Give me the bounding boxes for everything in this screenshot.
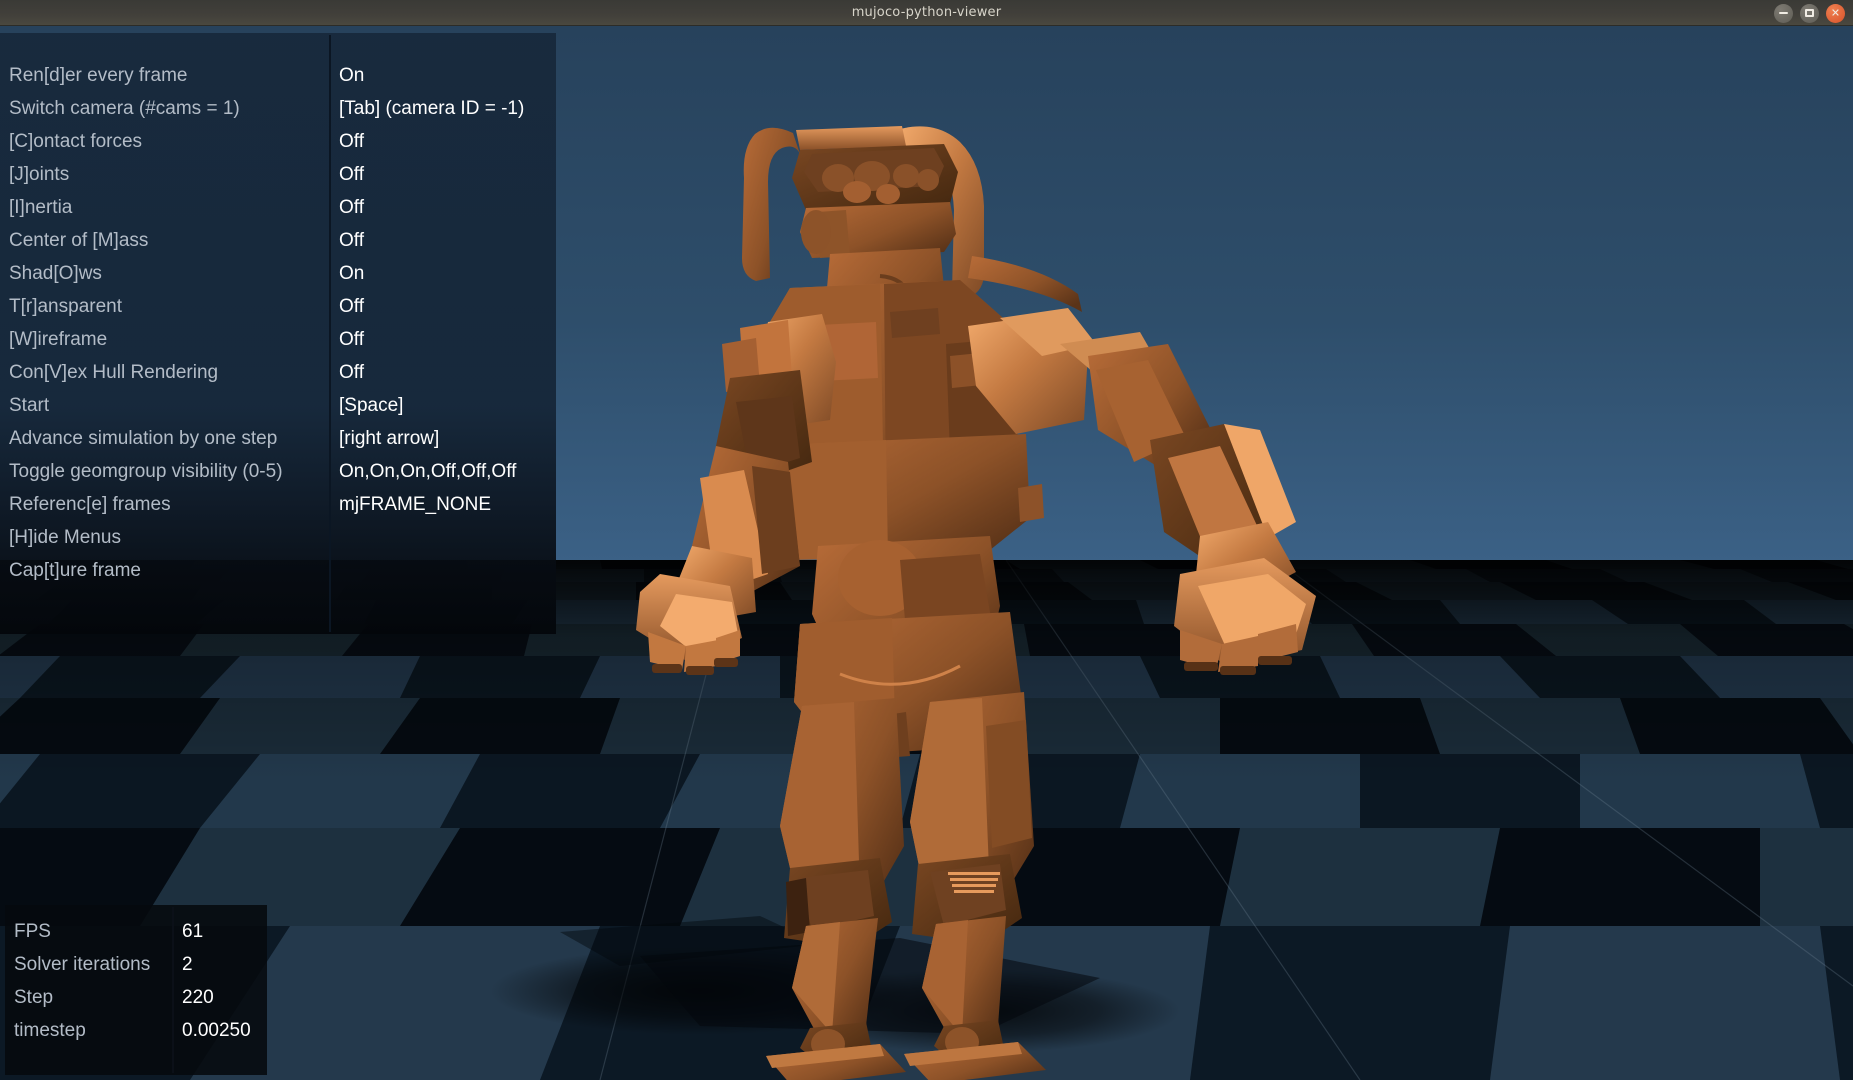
window-controls: ✕ [1774,0,1845,26]
menu-row[interactable]: Advance simulation by one step[right arr… [0,422,556,455]
menu-row-value: Off [330,131,556,153]
window-title-bar[interactable]: mujoco-python-viewer ✕ [0,0,1853,26]
mujoco-options-panel[interactable]: Ren[d]er every frameOnSwitch camera (#ca… [0,33,556,634]
menu-row-value: Off [330,164,556,186]
menu-row-label: Cap[t]ure frame [0,560,330,582]
menu-row[interactable]: [W]ireframeOff [0,323,556,356]
menu-row-value: Off [330,329,556,351]
menu-row[interactable]: Center of [M]assOff [0,224,556,257]
stats-row: Step220 [5,981,267,1014]
menu-row-value: On [330,263,556,285]
stats-row-label: timestep [5,1020,173,1042]
stats-row: timestep0.00250 [5,1014,267,1047]
menu-row-value: Off [330,296,556,318]
menu-row-value: On,On,On,Off,Off,Off [330,461,556,483]
stats-row: Solver iterations2 [5,948,267,981]
menu-row[interactable]: Shad[O]wsOn [0,257,556,290]
stats-row-label: FPS [5,921,173,943]
maximize-icon [1805,9,1814,17]
stats-row-label: Solver iterations [5,954,173,976]
menu-row-label: Ren[d]er every frame [0,65,330,87]
menu-row-label: Switch camera (#cams = 1) [0,98,330,120]
menu-row-list: Ren[d]er every frameOnSwitch camera (#ca… [0,59,556,587]
menu-row-label: [C]ontact forces [0,131,330,153]
menu-row[interactable]: Switch camera (#cams = 1)[Tab] (camera I… [0,92,556,125]
menu-row-label: Advance simulation by one step [0,428,330,450]
minimize-button[interactable] [1774,4,1793,23]
menu-row-label: [H]ide Menus [0,527,330,549]
menu-row-value: [Space] [330,395,556,417]
menu-row-label: Referenc[e] frames [0,494,330,516]
menu-row-label: [I]nertia [0,197,330,219]
menu-row-label: T[r]ansparent [0,296,330,318]
menu-row-value: [right arrow] [330,428,556,450]
menu-row[interactable]: Cap[t]ure frame [0,554,556,587]
close-button[interactable]: ✕ [1826,4,1845,23]
mujoco-viewer-window: mujoco-python-viewer ✕ [0,0,1853,1080]
menu-row[interactable]: Start[Space] [0,389,556,422]
window-title: mujoco-python-viewer [852,5,1002,20]
stats-row-list: FPS61Solver iterations2Step220timestep0.… [5,915,267,1047]
menu-row[interactable]: Ren[d]er every frameOn [0,59,556,92]
menu-row-label: Con[V]ex Hull Rendering [0,362,330,384]
stats-row-label: Step [5,987,173,1009]
stats-row-value: 220 [173,987,267,1009]
minimize-icon [1779,12,1788,14]
menu-row[interactable]: Referenc[e] framesmjFRAME_NONE [0,488,556,521]
menu-row-label: Shad[O]ws [0,263,330,285]
menu-row[interactable]: [C]ontact forcesOff [0,125,556,158]
stats-row-value: 61 [173,921,267,943]
menu-row[interactable]: [J]ointsOff [0,158,556,191]
menu-row[interactable]: Toggle geomgroup visibility (0-5)On,On,O… [0,455,556,488]
mujoco-stats-panel: FPS61Solver iterations2Step220timestep0.… [5,905,267,1075]
menu-row[interactable]: [H]ide Menus [0,521,556,554]
menu-row[interactable]: [I]nertiaOff [0,191,556,224]
menu-row[interactable]: T[r]ansparentOff [0,290,556,323]
menu-row-value: mjFRAME_NONE [330,494,556,516]
menu-row-value: Off [330,230,556,252]
menu-row-label: [W]ireframe [0,329,330,351]
stats-row: FPS61 [5,915,267,948]
menu-row-value: On [330,65,556,87]
menu-row-label: Center of [M]ass [0,230,330,252]
menu-row-value: [Tab] (camera ID = -1) [330,98,556,120]
stats-row-value: 0.00250 [173,1020,267,1042]
menu-row-value: Off [330,362,556,384]
simulation-viewport[interactable]: Ren[d]er every frameOnSwitch camera (#ca… [0,26,1853,1080]
stats-row-value: 2 [173,954,267,976]
maximize-button[interactable] [1800,4,1819,23]
menu-row[interactable]: Con[V]ex Hull RenderingOff [0,356,556,389]
menu-row-label: Start [0,395,330,417]
menu-row-value: Off [330,197,556,219]
menu-row-label: [J]oints [0,164,330,186]
close-icon: ✕ [1831,7,1840,18]
menu-row-label: Toggle geomgroup visibility (0-5) [0,461,330,483]
